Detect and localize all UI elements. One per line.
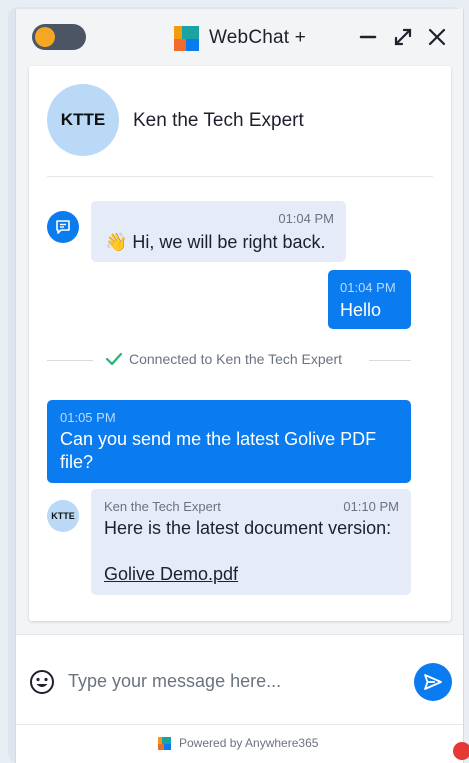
- checkmark-icon: [105, 352, 123, 366]
- message-bubble-outgoing: 01:04 PM Hello: [328, 270, 411, 329]
- message-text: Hello: [340, 300, 382, 320]
- composer: [16, 634, 463, 725]
- powered-by-text: Powered by Anywhere365: [179, 736, 319, 750]
- message-bubble-incoming: Ken the Tech Expert 01:10 PM Here is the…: [91, 489, 411, 595]
- toggle-knob: [35, 27, 55, 47]
- emoji-icon: [30, 670, 54, 694]
- agent-header: KTTE Ken the Tech Expert: [47, 84, 433, 177]
- theme-toggle[interactable]: [32, 24, 86, 50]
- message-time: 01:04 PM: [278, 211, 334, 226]
- send-button[interactable]: [414, 663, 452, 701]
- message-sender: Ken the Tech Expert: [104, 499, 221, 514]
- notification-dot: [453, 742, 469, 760]
- chat-bubble-icon: [56, 220, 70, 234]
- system-divider: Connected to Ken the Tech Expert: [47, 349, 411, 371]
- title-bar: WebChat +: [16, 9, 463, 66]
- message-text: Can you send me the latest Golive PDF fi…: [60, 429, 377, 472]
- connected-text: Connected to Ken the Tech Expert: [129, 351, 342, 367]
- agent-avatar: KTTE: [47, 84, 119, 156]
- webchat-widget: WebChat + KTTE Ken the Tech Expert 01:04…: [15, 9, 464, 763]
- message-bubble-outgoing: 01:05 PM Can you send me the latest Goli…: [47, 400, 411, 483]
- minimize-icon: [359, 35, 377, 39]
- expand-button[interactable]: [391, 25, 415, 49]
- message-time: 01:04 PM: [340, 280, 396, 295]
- agent-name: Ken the Tech Expert: [133, 110, 304, 131]
- message-input[interactable]: [66, 665, 370, 697]
- footer: Powered by Anywhere365: [16, 724, 463, 763]
- message-text: 👋 Hi, we will be right back.: [105, 232, 326, 252]
- minimize-button[interactable]: [356, 25, 380, 49]
- message-bubble-incoming: 01:04 PM 👋 Hi, we will be right back.: [91, 201, 346, 262]
- message-time: 01:05 PM: [60, 410, 116, 425]
- app-title: WebChat +: [209, 27, 307, 48]
- emoji-button[interactable]: [29, 669, 55, 695]
- brand: WebChat +: [174, 25, 306, 51]
- message-time: 01:10 PM: [343, 499, 399, 514]
- anywhere365-mini-logo-icon: [158, 736, 171, 750]
- divider-line: [369, 360, 411, 361]
- powered-by: Powered by Anywhere365: [158, 736, 318, 750]
- expand-icon: [394, 28, 412, 46]
- close-icon: [428, 28, 446, 46]
- conversation-panel: KTTE Ken the Tech Expert 01:04 PM 👋 Hi, …: [29, 66, 451, 621]
- send-icon: [424, 674, 442, 690]
- agent-avatar-small: KTTE: [47, 500, 79, 532]
- attachment-link[interactable]: Golive Demo.pdf: [104, 564, 238, 585]
- close-button[interactable]: [425, 25, 449, 49]
- bot-avatar: [47, 211, 79, 243]
- connected-status: Connected to Ken the Tech Expert: [105, 351, 342, 367]
- anywhere365-logo-icon: [174, 25, 199, 51]
- divider-line: [47, 360, 93, 361]
- message-text: Here is the latest document version:: [104, 518, 392, 538]
